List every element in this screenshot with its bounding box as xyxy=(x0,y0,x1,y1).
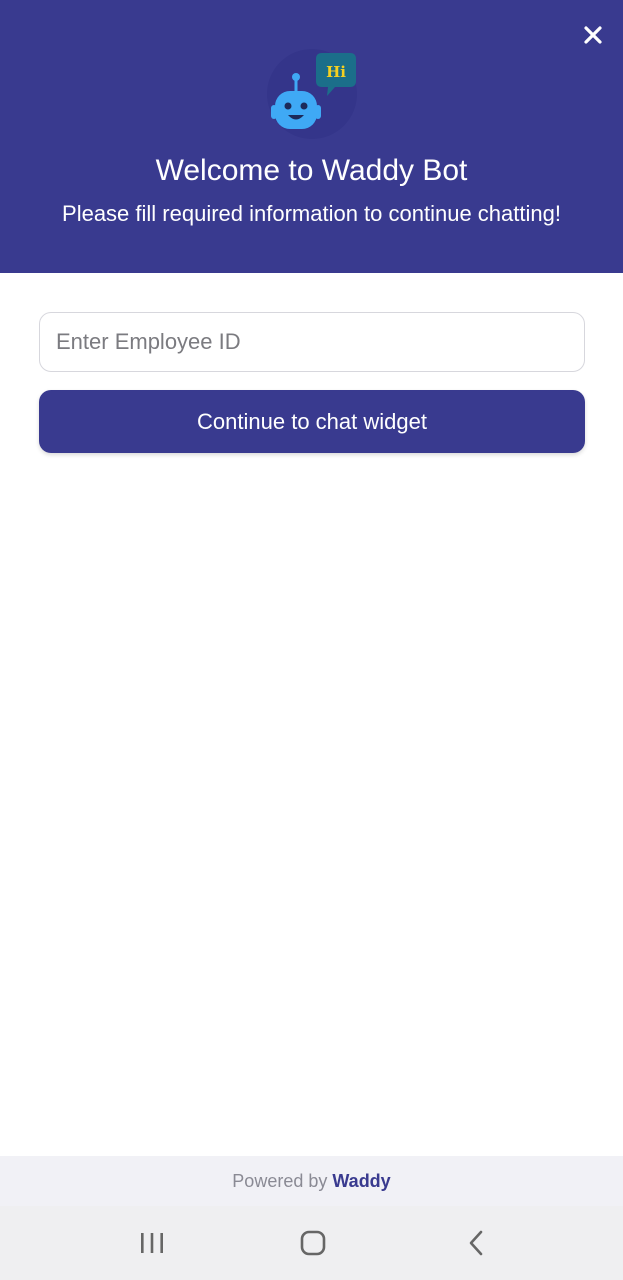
back-button[interactable] xyxy=(446,1223,506,1263)
home-icon xyxy=(300,1230,326,1256)
logo-bubble-text: Hi xyxy=(326,63,346,81)
bot-logo-icon: Hi xyxy=(267,49,357,139)
continue-button[interactable]: Continue to chat widget xyxy=(39,390,585,453)
employee-id-input[interactable] xyxy=(39,312,585,372)
recents-icon xyxy=(141,1233,163,1253)
welcome-title: Welcome to Waddy Bot xyxy=(155,154,468,187)
brand-link[interactable]: Waddy xyxy=(332,1171,390,1192)
powered-by-label: Powered by xyxy=(232,1170,328,1191)
home-button[interactable] xyxy=(283,1223,343,1263)
back-icon xyxy=(469,1230,483,1256)
system-nav-bar xyxy=(0,1206,623,1280)
close-icon xyxy=(584,26,602,44)
welcome-subtitle: Please fill required information to cont… xyxy=(62,201,561,226)
recents-button[interactable] xyxy=(122,1223,182,1263)
powered-by-footer: Powered by Waddy xyxy=(0,1156,623,1206)
chat-widget-screen: Hi Welcome to Waddy Bot Please fill requ… xyxy=(0,0,623,1280)
welcome-header: Hi Welcome to Waddy Bot Please fill requ… xyxy=(0,0,623,273)
close-button[interactable] xyxy=(578,20,608,50)
